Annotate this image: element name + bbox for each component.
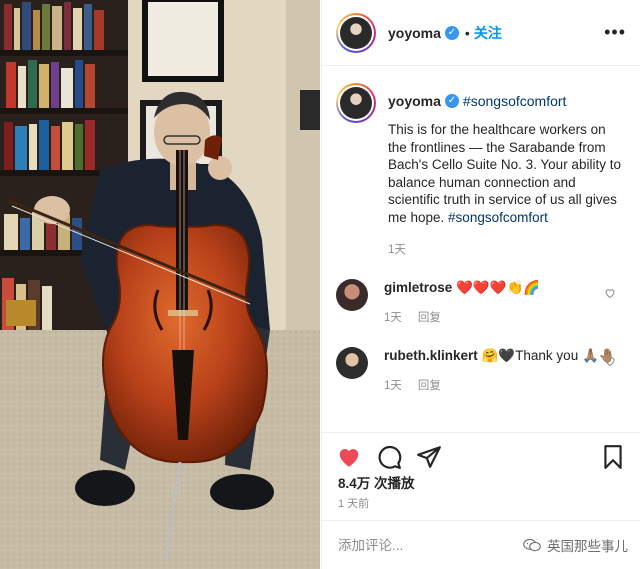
action-bar (322, 432, 640, 472)
caption-username[interactable]: yoyoma (388, 93, 441, 109)
comment-text: ❤️❤️❤️👏🌈 (456, 279, 541, 295)
post-media-video[interactable] (0, 0, 320, 569)
comment-icon[interactable] (376, 444, 402, 470)
commenter-avatar[interactable] (336, 278, 368, 311)
commenter-avatar[interactable] (336, 346, 368, 379)
reply-button[interactable]: 回复 (418, 309, 441, 325)
watermark-text: 英国那些事儿 (547, 539, 628, 554)
commenter-username[interactable]: rubeth.klinkert (384, 348, 478, 363)
caption-inline-hashtag[interactable]: #songsofcomfort (448, 210, 548, 225)
commenter-username[interactable]: gimletrose (384, 280, 452, 295)
verified-badge-icon: ✓ (444, 94, 459, 108)
author-username[interactable]: yoyoma (388, 25, 441, 41)
cellist-photo (0, 0, 320, 569)
caption-time: 1天 (388, 243, 406, 256)
comment-text: 🤗🖤Thank you 🙏🏽🤚🏽 (481, 347, 616, 363)
view-count[interactable]: 8.4万 次播放 (338, 472, 415, 492)
comment-time: 1天 (384, 379, 402, 392)
heart-icon[interactable] (336, 444, 362, 470)
post-header: yoyoma ✓ • 关注 ••• (322, 0, 640, 66)
post-panel: yoyoma ✓ • 关注 ••• yoyoma ✓ #songsofcomfo… (321, 0, 640, 569)
separator-dot: • (464, 24, 470, 41)
comment-like-heart-icon[interactable] (604, 287, 616, 299)
watermark: 英国那些事儿 (523, 535, 628, 555)
wechat-icon (523, 538, 541, 552)
caption-hashtag-link[interactable]: #songsofcomfort (463, 93, 567, 109)
more-options-icon[interactable]: ••• (604, 22, 626, 43)
post-time[interactable]: 1 天前 (338, 495, 369, 511)
comment-time: 1天 (384, 311, 402, 324)
share-icon[interactable] (416, 444, 442, 470)
comment-like-heart-icon[interactable] (604, 355, 616, 367)
verified-badge-icon: ✓ (444, 25, 459, 40)
comment-item: gimletrose ❤️❤️❤️👏🌈 1天 回复 (336, 278, 626, 325)
reply-button[interactable]: 回复 (418, 377, 441, 393)
author-avatar[interactable] (336, 12, 376, 53)
bookmark-icon[interactable] (600, 444, 626, 470)
caption: yoyoma ✓ #songsofcomfort This is for the… (336, 83, 626, 257)
follow-button[interactable]: 关注 (474, 23, 502, 43)
caption-text: This is for the healthcare workers on th… (388, 121, 628, 227)
comments-list[interactable]: yoyoma ✓ #songsofcomfort This is for the… (322, 67, 640, 432)
comment-item: rubeth.klinkert 🤗🖤Thank you 🙏🏽🤚🏽 1天 回复 (336, 346, 626, 393)
caption-avatar[interactable] (336, 83, 376, 123)
